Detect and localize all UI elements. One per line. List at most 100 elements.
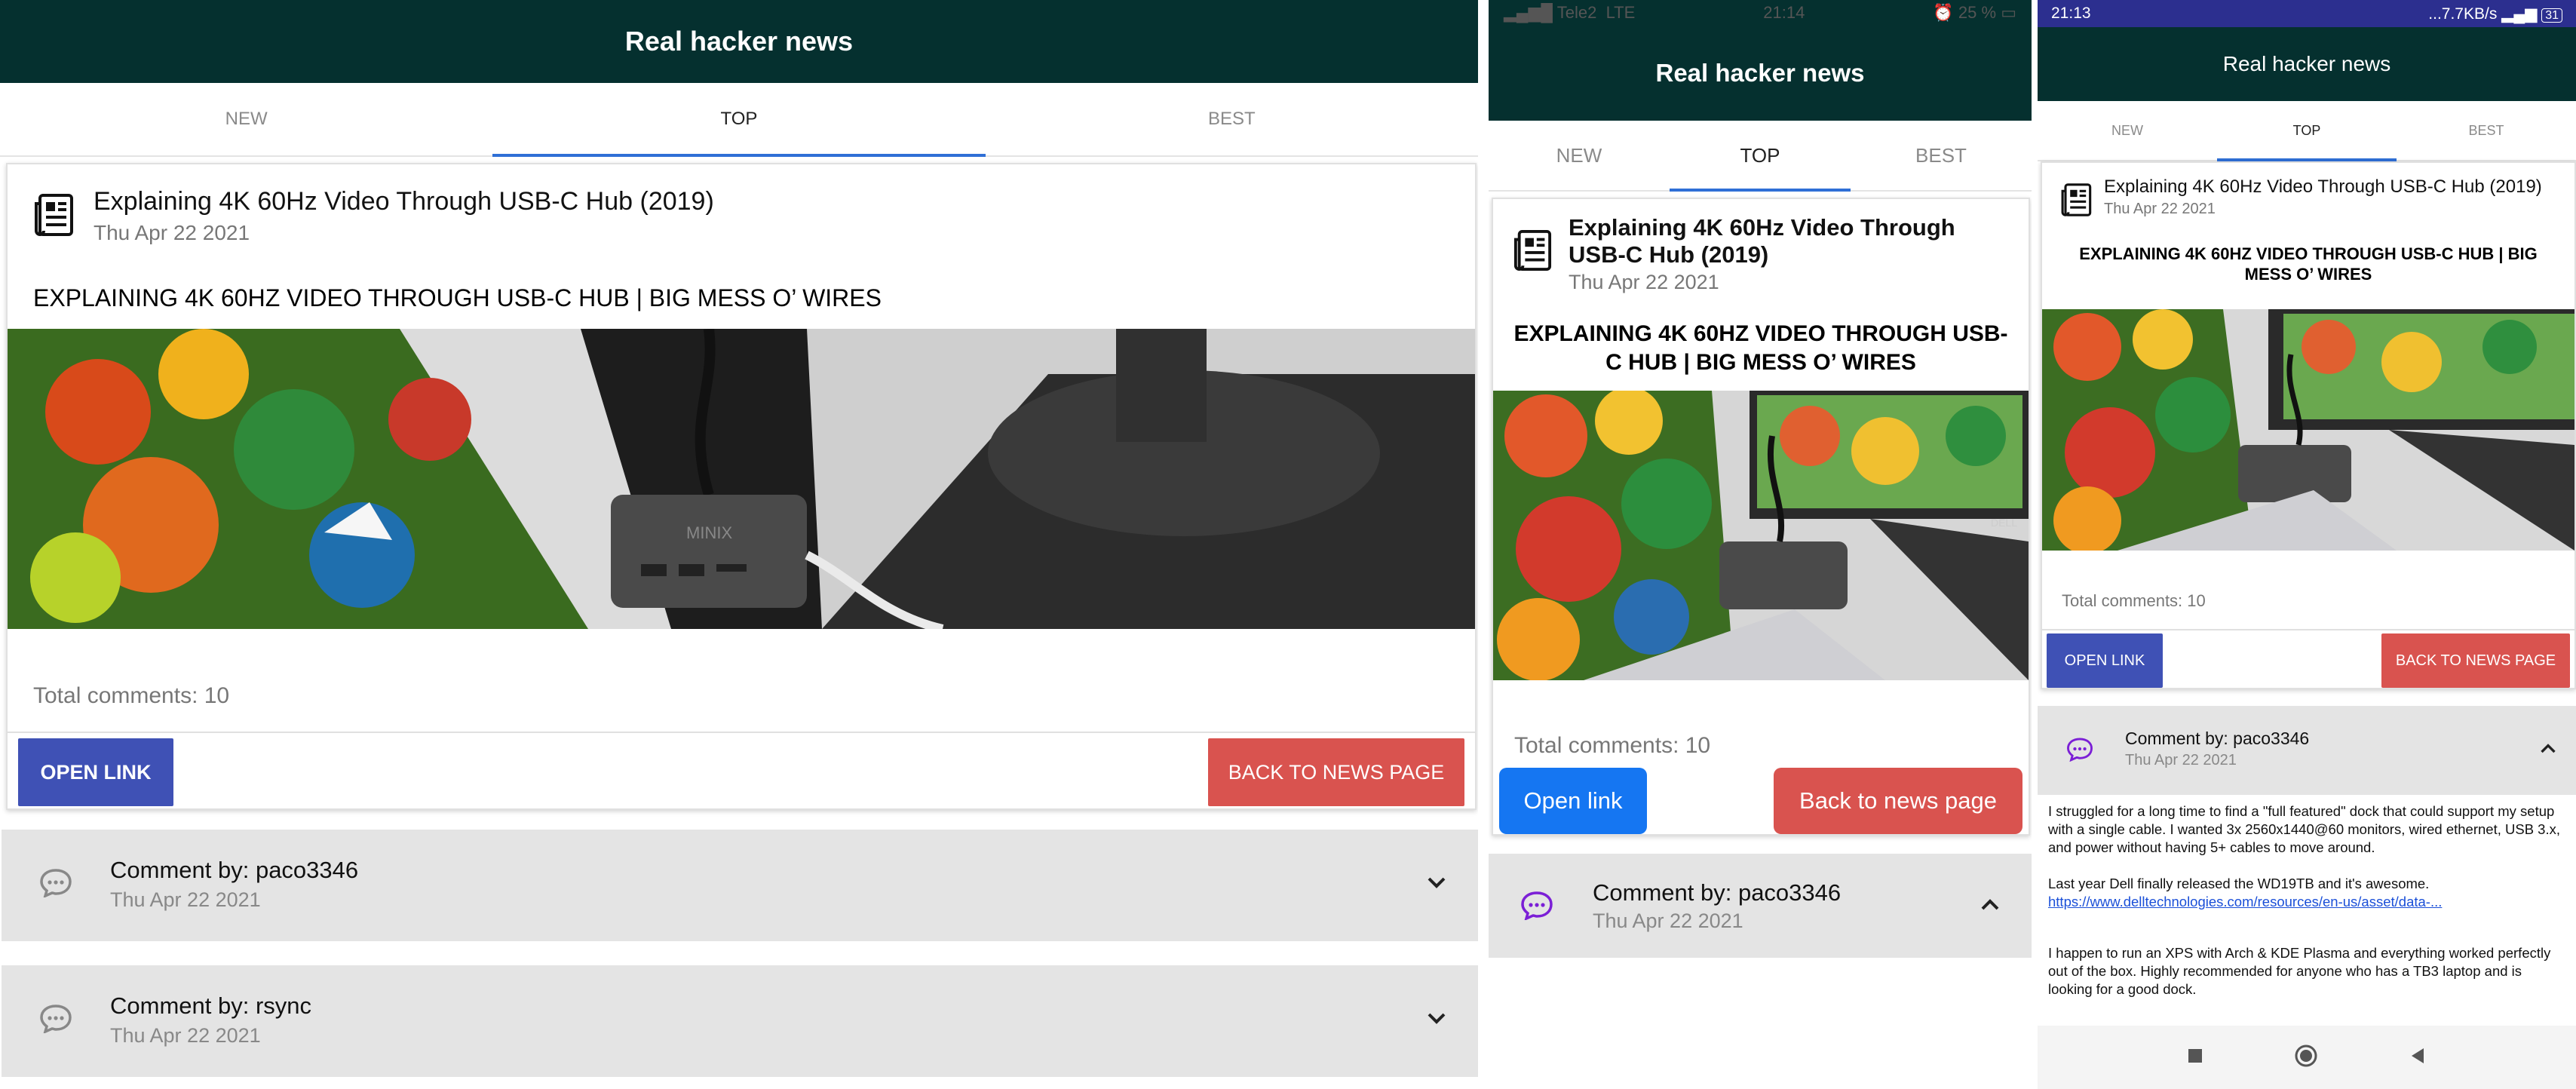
comment-paragraph: Last year Dell finally released the WD19… [2048,876,2430,891]
open-link-button[interactable]: OPEN LINK [2047,633,2163,688]
comment-item[interactable]: Comment by: paco3346 Thu Apr 22 2021 [2038,706,2576,795]
carrier-info: ▂▄▆█ Tele2 LTE [1504,3,1636,22]
app-title: Real hacker news [1655,59,1865,87]
app-bar: Real hacker news [2038,27,2576,101]
expanded-comment: Comment by: paco3346 Thu Apr 22 2021 I s… [2038,706,2576,1026]
tab-top[interactable]: TOP [1670,121,1851,192]
comment-paragraph: I struggled for a long time to find a "f… [2048,803,2560,855]
chat-bubble-icon [39,1003,72,1037]
comment-author: Comment by: paco3346 [110,857,359,883]
comment-date: Thu Apr 22 2021 [1593,910,1743,932]
network-info: ...7.7KB/s ▂▄▆ 31 [2428,5,2562,23]
story-title[interactable]: Explaining 4K 60Hz Video Through USB-C H… [94,187,714,216]
comment-item[interactable]: Comment by: rsync Thu Apr 22 2021 [2,965,1478,1077]
story-card: Explaining 4K 60Hz Video Through USB-C H… [1492,198,2030,836]
story-header: Explaining 4K 60Hz Video Through USB-C H… [1493,199,2029,294]
app-title: Real hacker news [624,26,854,57]
chevron-down-icon[interactable] [1427,876,1446,894]
home-icon[interactable] [2294,1044,2318,1072]
story-title[interactable]: Explaining 4K 60Hz Video Through USB-C H… [1569,214,2010,268]
open-link-button[interactable]: OPEN LINK [18,738,173,806]
hub-brand-label: MINIX [686,523,732,542]
chevron-up-icon[interactable] [1980,897,2000,915]
system-nav-bar [2038,1026,2576,1089]
back-icon[interactable] [2409,1047,2427,1069]
article-image [2042,309,2574,551]
tab-top[interactable]: TOP [2217,101,2397,161]
article-headline: EXPLAINING 4K 60HZ VIDEO THROUGH USB-C H… [33,284,882,312]
total-comments: Total comments: 10 [33,683,230,708]
article-headline: EXPLAINING 4K 60HZ VIDEO THROUGH USB-C H… [1513,321,2008,375]
comment-item[interactable]: Comment by: paco3346 Thu Apr 22 2021 [2,830,1478,941]
article-headline: EXPLAINING 4K 60HZ VIDEO THROUGH USB-C H… [2079,244,2538,284]
comment-item[interactable]: Comment by: paco3346 Thu Apr 22 2021 [1489,854,2032,958]
status-bar: ▂▄▆█ Tele2 LTE 21:14 ⏰ 25 % ▭ [1489,0,2032,26]
app-bar: Real hacker news [1489,26,2032,121]
status-bar: 21:13 ...7.7KB/s ▂▄▆ 31 [2038,0,2576,27]
app-title: Real hacker news [2222,52,2391,75]
tab-new[interactable]: NEW [2038,101,2217,160]
chat-bubble-icon [2066,736,2093,765]
signal-icon: ▂▄▆ [2501,5,2538,23]
recents-icon[interactable] [2187,1048,2203,1068]
top-bar: ▂▄▆█ Tele2 LTE 21:14 ⏰ 25 % ▭ Real hacke… [1489,0,2032,121]
story-card: Explaining 4K 60Hz Video Through USB-C H… [2041,161,2576,689]
tab-bar: NEW TOP BEST [0,83,1478,157]
comment-author: Comment by: paco3346 [2125,729,2310,748]
story-date: Thu Apr 22 2021 [1569,271,1719,294]
newspaper-icon [33,193,74,237]
newspaper-icon [2060,183,2092,217]
tab-bar: NEW TOP BEST [2038,101,2576,161]
comment-body: I struggled for a long time to find a "f… [2048,802,2561,999]
battery-info: ⏰ 25 % ▭ [1933,3,2016,22]
chevron-up-icon[interactable] [2540,742,2556,758]
article-image: MINIX [8,329,1475,629]
battery-icon: ▭ [2001,3,2016,22]
app-bar: Real hacker news [0,0,1478,83]
back-to-news-button[interactable]: BACK TO NEWS PAGE [2381,633,2570,688]
panel-gap [1478,0,1489,1089]
back-to-news-button[interactable]: BACK TO NEWS PAGE [1208,738,1464,806]
chevron-down-icon[interactable] [1427,1012,1446,1029]
story-title[interactable]: Explaining 4K 60Hz Video Through USB-C H… [2104,176,2542,198]
story-header: Explaining 4K 60Hz Video Through USB-C H… [8,164,1475,245]
panel-gap [2032,0,2038,1089]
status-time: 21:14 [1763,3,1805,22]
alarm-icon: ⏰ [1933,3,1954,22]
chat-bubble-icon [39,867,72,901]
tab-bar: NEW TOP BEST [1489,121,2032,192]
tab-new[interactable]: NEW [1489,121,1670,190]
story-date: Thu Apr 22 2021 [94,221,250,245]
panel-wide: Real hacker news NEW TOP BEST Explaining… [0,0,1478,1089]
comment-link[interactable]: https://www.delltechnologies.com/resourc… [2048,893,2561,911]
tab-new[interactable]: NEW [0,83,492,155]
story-header: Explaining 4K 60Hz Video Through USB-C H… [2042,163,2574,218]
status-time: 21:13 [2051,5,2091,22]
story-date: Thu Apr 22 2021 [2104,200,2216,217]
monitor-brand-label: DELL [1991,517,2017,529]
total-comments: Total comments: 10 [2062,591,2206,610]
panel-right: 21:13 ...7.7KB/s ▂▄▆ 31 Real hacker news… [2038,0,2576,1089]
comment-paragraph: I happen to run an XPS with Arch & KDE P… [2048,945,2551,997]
story-actions: Open link Back to news page [1493,768,2029,836]
comment-date: Thu Apr 22 2021 [2125,752,2237,768]
comment-author: Comment by: rsync [110,992,312,1019]
tab-best[interactable]: BEST [986,83,1478,155]
story-actions: OPEN LINK BACK TO NEWS PAGE [2042,629,2574,691]
total-comments: Total comments: 10 [1514,733,1711,758]
comment-date: Thu Apr 22 2021 [110,1024,261,1047]
story-card: Explaining 4K 60Hz Video Through USB-C H… [6,163,1477,810]
newspaper-icon [1513,229,1552,271]
open-link-button[interactable]: Open link [1499,768,1647,834]
article-image: DELL [1493,391,2029,680]
tab-best[interactable]: BEST [1851,121,2032,190]
comment-date: Thu Apr 22 2021 [110,888,261,911]
tab-top[interactable]: TOP [492,83,986,157]
tab-best[interactable]: BEST [2397,101,2576,160]
signal-icon: ▂▄▆█ [1504,3,1553,22]
battery-icon: 31 [2541,8,2562,23]
comment-author: Comment by: paco3346 [1593,879,1842,906]
panel-middle: ▂▄▆█ Tele2 LTE 21:14 ⏰ 25 % ▭ Real hacke… [1489,0,2032,1089]
back-to-news-button[interactable]: Back to news page [1774,768,2022,834]
story-actions: OPEN LINK BACK TO NEWS PAGE [8,732,1475,811]
